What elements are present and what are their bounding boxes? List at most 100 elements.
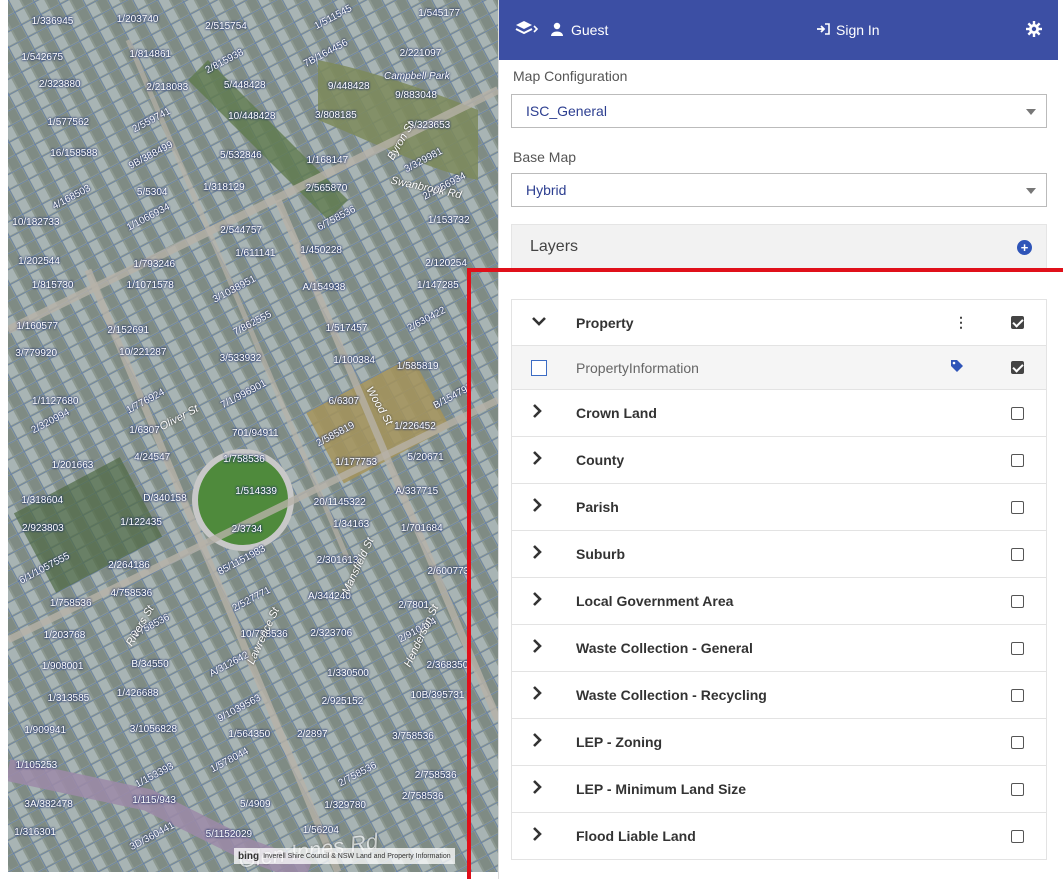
layer-row[interactable]: Parish <box>511 484 1047 531</box>
parcel-label: 3/808185 <box>315 110 357 122</box>
chevron-right-icon[interactable] <box>532 732 542 752</box>
chevron-right-icon[interactable] <box>532 779 542 799</box>
layer-checkbox[interactable] <box>1011 641 1024 655</box>
layers-header: Layers + <box>511 224 1047 270</box>
layer-checkbox[interactable] <box>1011 782 1024 796</box>
parcel-label: 2/565870 <box>305 183 348 195</box>
parcel-label: 1/1071578 <box>126 280 174 292</box>
layers-icon <box>515 20 539 41</box>
parcel-label: 1/336945 <box>31 15 74 27</box>
settings-button[interactable] <box>1026 0 1042 60</box>
parcel-label: 1/203768 <box>43 630 86 642</box>
map-configuration-select[interactable]: ISC_General <box>511 94 1047 128</box>
layer-checkbox[interactable] <box>1011 406 1024 420</box>
layer-name: LEP - Zoning <box>576 734 663 750</box>
parcel-label: 1/147285 <box>416 280 459 292</box>
layer-checkbox[interactable] <box>1011 829 1024 843</box>
more-options-icon[interactable]: ⋮ <box>954 314 968 331</box>
parcel-label: 2/120254 <box>425 258 467 270</box>
layer-checkbox[interactable] <box>1011 500 1024 514</box>
chevron-down-icon[interactable] <box>532 314 546 332</box>
layer-row[interactable]: LEP - Minimum Land Size <box>511 766 1047 813</box>
parcel-label: 5/1152029 <box>205 828 253 840</box>
parcel-label: 2/758536 <box>401 790 444 802</box>
parcel-label: 10/221287 <box>119 347 167 359</box>
parcel-label: 10B/395731 <box>410 689 465 701</box>
layer-row[interactable]: County <box>511 437 1047 484</box>
parcel-label: 2/368350 <box>426 660 469 672</box>
parcel-label: 1/577562 <box>47 116 90 128</box>
parcel-label: 1/793246 <box>133 258 176 270</box>
highlight-box-top <box>470 268 1063 272</box>
parcel-label: 5/5304 <box>136 187 168 199</box>
parcel-label: 1/815730 <box>31 279 74 291</box>
parcel-label: 1/168147 <box>306 154 349 166</box>
parcel-label: 1/517457 <box>325 323 368 335</box>
layer-name: PropertyInformation <box>576 359 699 376</box>
layer-checkbox[interactable] <box>1011 688 1024 702</box>
layer-list: Property ⋮ PropertyInformation Crown Lan… <box>511 299 1047 860</box>
layer-checkbox[interactable] <box>1011 316 1024 329</box>
sign-in-button[interactable]: Sign In <box>816 0 880 60</box>
parcel-label: A/337715 <box>395 485 439 497</box>
parcel-label: D/340158 <box>143 492 187 504</box>
layers-menu-button[interactable] <box>515 0 539 60</box>
chevron-right-icon[interactable] <box>532 544 542 564</box>
add-layer-button[interactable]: + <box>1017 240 1032 255</box>
parcel-label: 2/218083 <box>146 82 189 94</box>
parcel-label: A/154938 <box>302 281 346 293</box>
side-panel: Guest Sign In Map Configuration ISC_Gene… <box>498 0 1058 879</box>
chevron-right-icon[interactable] <box>532 497 542 517</box>
park-label: Campbell Park <box>384 71 450 82</box>
tag-icon[interactable] <box>950 359 964 376</box>
layer-name: Crown Land <box>576 405 657 421</box>
layer-row[interactable]: Local Government Area <box>511 578 1047 625</box>
layer-row[interactable]: Waste Collection - Recycling <box>511 672 1047 719</box>
chevron-right-icon[interactable] <box>532 685 542 705</box>
parcel-label: 2/3734 <box>231 524 263 536</box>
layer-checkbox[interactable] <box>1011 547 1024 561</box>
chevron-right-icon[interactable] <box>532 826 542 846</box>
parcel-label: 6/6307 <box>328 395 360 407</box>
parcel-label: 4/24547 <box>134 451 171 463</box>
parcel-label: 1/202544 <box>18 256 60 268</box>
layer-row[interactable]: Waste Collection - General <box>511 625 1047 672</box>
layer-checkbox[interactable] <box>1011 453 1024 467</box>
parcel-label: 1/426688 <box>116 687 159 699</box>
layer-row[interactable]: Suburb <box>511 531 1047 578</box>
layer-row-propertyinformation[interactable]: PropertyInformation <box>511 346 1047 390</box>
guest-label: Guest <box>571 22 609 38</box>
parcel-label: 1/329780 <box>324 800 366 812</box>
map-attribution: bing Inverell Shire Council & NSW Land a… <box>234 848 455 864</box>
parcel-label: 1/6307 <box>129 425 160 437</box>
chevron-right-icon[interactable] <box>532 403 542 423</box>
layer-row-property[interactable]: Property ⋮ <box>511 299 1047 346</box>
parcel-label: 1/226452 <box>394 420 436 432</box>
layer-row[interactable]: LEP - Zoning <box>511 719 1047 766</box>
layers-title: Layers <box>530 238 579 255</box>
layer-checkbox[interactable] <box>1011 594 1024 608</box>
layer-row[interactable]: Flood Liable Land <box>511 813 1047 860</box>
parcel-label: 5/4909 <box>239 798 271 810</box>
parcel-label: 2/221097 <box>399 47 442 59</box>
parcel-label: 10/448428 <box>228 111 276 123</box>
parcel-label: 1/318604 <box>21 494 64 506</box>
parcel-label: 2/600773 <box>427 566 470 578</box>
map-view[interactable]: 1/336945 1/203740 2/515754 1/511545 1/545177… <box>8 0 498 872</box>
parcel-label: 2/758536 <box>414 769 457 781</box>
guest-user[interactable]: Guest <box>551 0 608 60</box>
parcel-label: 1/814861 <box>129 48 172 60</box>
parcel-label: 1/316301 <box>14 827 56 839</box>
chevron-right-icon[interactable] <box>532 638 542 658</box>
parcel-label: 2/264186 <box>108 559 150 571</box>
parcel-label: 5/532846 <box>220 150 262 162</box>
parcel-label: 1/177753 <box>335 457 378 469</box>
chevron-right-icon[interactable] <box>532 591 542 611</box>
base-map-select[interactable]: Hybrid <box>511 173 1047 207</box>
parcel-label: 1/115/943 <box>132 794 176 806</box>
chevron-right-icon[interactable] <box>532 450 542 470</box>
layer-checkbox[interactable] <box>1011 735 1024 749</box>
parcel-label: 3/758536 <box>392 730 434 742</box>
layer-row[interactable]: Crown Land <box>511 390 1047 437</box>
layer-checkbox[interactable] <box>1011 361 1024 374</box>
